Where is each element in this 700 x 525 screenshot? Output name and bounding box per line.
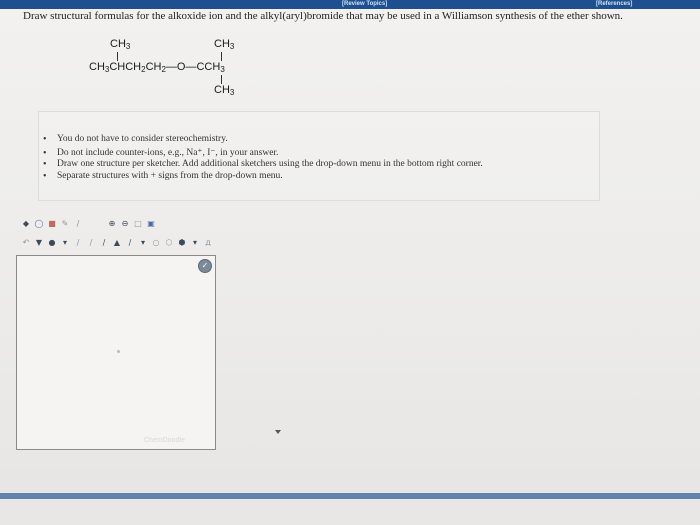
top-bar: [Review Topics] [References] <box>0 0 700 9</box>
hash-bond-icon[interactable]: ∕ <box>126 238 134 247</box>
check-icon[interactable]: ✓ <box>198 259 212 273</box>
zoom-out-icon[interactable]: ⊖ <box>121 219 129 228</box>
add-sketcher-dropdown-icon[interactable] <box>275 430 281 434</box>
sketcher-toolbar-top: ◆ ◯ ■ ✎ ∕ ⊕ ⊖ □ ▣ <box>22 218 160 228</box>
wedge-bond-icon[interactable]: ▲ <box>113 238 121 247</box>
right-methyl-bottom-label: CH3 <box>214 84 235 97</box>
lasso-icon[interactable]: ◯ <box>35 219 44 228</box>
right-branch-bottom-bond <box>221 75 222 84</box>
pencil-icon[interactable]: ✎ <box>61 219 69 228</box>
bond-icon[interactable]: ∕ <box>74 219 82 228</box>
left-methyl-label: CH3 <box>110 38 131 51</box>
cyclopropane-icon[interactable]: ○ <box>152 238 160 247</box>
single-bond-icon[interactable]: ∕ <box>74 238 82 247</box>
ring-dropdown-icon[interactable]: ▾ <box>191 238 199 247</box>
instruction-item: You do not have to consider stereochemis… <box>43 134 599 146</box>
review-topics-link[interactable]: [Review Topics] <box>338 0 391 9</box>
references-link[interactable]: [References] <box>592 0 636 9</box>
sketcher-watermark: ChemDoodle <box>144 437 185 444</box>
paste-icon[interactable]: ▣ <box>147 219 155 228</box>
copy-icon[interactable]: □ <box>134 219 142 228</box>
double-bond-icon[interactable]: ∕ <box>87 238 95 247</box>
zoom-in-icon[interactable]: ⊕ <box>108 219 116 228</box>
sketcher-canvas[interactable]: ✓ ChemDoodle <box>16 255 216 450</box>
select-icon[interactable]: ◆ <box>22 219 30 228</box>
instruction-item: Do not include counter-ions, e.g., Na⁺, … <box>43 148 599 160</box>
right-methyl-top-label: CH3 <box>214 38 235 51</box>
question-text: Draw structural formulas for the alkoxid… <box>23 10 623 22</box>
eraser-icon[interactable]: ■ <box>48 219 56 228</box>
instructions-box: You do not have to consider stereochemis… <box>38 111 600 201</box>
undo-icon[interactable]: ↶ <box>22 238 30 247</box>
bond-dropdown-icon[interactable]: ▾ <box>139 238 147 247</box>
sketcher-toolbar-bottom: ↶ ▼ ● ▾ ∕ ∕ ∕ ▲ ∕ ▾ ○ ⬡ ⬢ ▾ д <box>22 237 217 247</box>
cyclohexane-icon[interactable]: ⬡ <box>165 238 173 247</box>
toolbar-spacer <box>87 219 103 227</box>
footer-area <box>0 499 700 525</box>
dropdown-icon[interactable]: ▾ <box>61 238 69 247</box>
instruction-item: Draw one structure per sketcher. Add add… <box>43 159 599 171</box>
instruction-item: Separate structures with + signs from th… <box>43 171 599 183</box>
benzene-icon[interactable]: ⬢ <box>178 238 186 247</box>
text-tool-icon[interactable]: д <box>204 238 212 247</box>
instructions-list: You do not have to consider stereochemis… <box>39 134 599 182</box>
atom-dropdown-icon[interactable]: ● <box>48 238 56 247</box>
left-branch-bond <box>117 52 118 61</box>
charge-icon[interactable]: ▼ <box>35 238 43 247</box>
right-branch-top-bond <box>221 52 222 61</box>
main-chain-label: CH3CHCH2CH2—O—CCH3 <box>89 61 225 74</box>
triple-bond-icon[interactable]: ∕ <box>100 238 108 247</box>
canvas-center-dot <box>117 350 120 353</box>
